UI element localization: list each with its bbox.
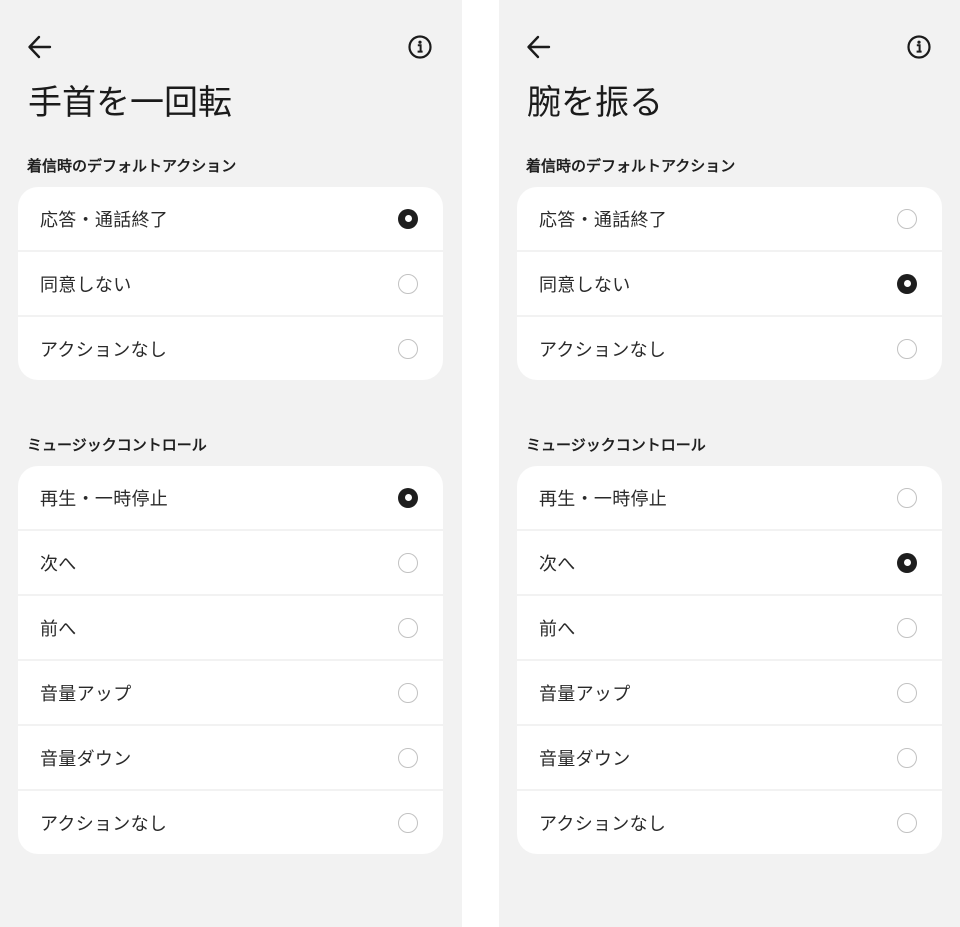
option-volume-up[interactable]: 音量アップ — [18, 661, 443, 724]
radio-button[interactable] — [398, 208, 418, 229]
radio-button[interactable] — [897, 682, 917, 703]
option-no-action[interactable]: アクションなし — [18, 791, 443, 854]
call-action-options: 応答・通話終了 同意しない アクションなし — [18, 187, 443, 380]
radio-button[interactable] — [398, 747, 418, 768]
option-label: アクションなし — [40, 339, 168, 361]
option-no-action[interactable]: アクションなし — [517, 317, 942, 380]
radio-button[interactable] — [398, 682, 418, 703]
info-button[interactable] — [903, 31, 935, 63]
option-label: 同意しない — [40, 274, 132, 296]
option-label: 音量アップ — [539, 683, 631, 705]
call-action-options: 応答・通話終了 同意しない アクションなし — [517, 187, 942, 380]
section-header-music-control: ミュージックコントロール — [27, 436, 207, 454]
option-play-pause[interactable]: 再生・一時停止 — [18, 466, 443, 529]
back-button[interactable] — [523, 31, 555, 63]
option-label: アクションなし — [539, 813, 667, 835]
option-next[interactable]: 次へ — [18, 531, 443, 594]
radio-button[interactable] — [897, 747, 917, 768]
option-label: 次へ — [539, 553, 576, 575]
option-no-action[interactable]: アクションなし — [517, 791, 942, 854]
option-no-action[interactable]: アクションなし — [18, 317, 443, 380]
radio-button[interactable] — [398, 487, 418, 508]
option-decline[interactable]: 同意しない — [517, 252, 942, 315]
screen-arm-shake: 腕を振る 着信時のデフォルトアクション 応答・通話終了 同意しない アクションな… — [499, 0, 960, 927]
page-title: 腕を振る — [527, 83, 663, 123]
info-button[interactable] — [404, 31, 436, 63]
radio-button[interactable] — [897, 208, 917, 229]
section-header-call-action: 着信時のデフォルトアクション — [526, 157, 736, 175]
info-icon — [408, 35, 432, 59]
option-decline[interactable]: 同意しない — [18, 252, 443, 315]
option-answer-end-call[interactable]: 応答・通話終了 — [18, 187, 443, 250]
radio-button[interactable] — [897, 338, 917, 359]
radio-button[interactable] — [897, 552, 917, 573]
option-previous[interactable]: 前へ — [18, 596, 443, 659]
option-label: アクションなし — [539, 339, 667, 361]
option-previous[interactable]: 前へ — [517, 596, 942, 659]
option-label: 音量ダウン — [40, 748, 132, 770]
option-answer-end-call[interactable]: 応答・通話終了 — [517, 187, 942, 250]
section-header-call-action: 着信時のデフォルトアクション — [27, 157, 237, 175]
option-label: 同意しない — [539, 274, 631, 296]
option-label: 再生・一時停止 — [40, 488, 169, 510]
option-volume-down[interactable]: 音量ダウン — [517, 726, 942, 789]
option-label: 前へ — [539, 618, 576, 640]
option-label: 音量ダウン — [539, 748, 631, 770]
music-control-options: 再生・一時停止 次へ 前へ 音量アップ 音量ダウン アクションなし — [18, 466, 443, 854]
option-next[interactable]: 次へ — [517, 531, 942, 594]
radio-button[interactable] — [897, 812, 917, 833]
radio-button[interactable] — [398, 273, 418, 294]
radio-button[interactable] — [398, 338, 418, 359]
arrow-back-icon — [28, 35, 52, 59]
back-button[interactable] — [24, 31, 56, 63]
radio-button[interactable] — [897, 273, 917, 294]
page-title: 手首を一回転 — [28, 83, 232, 123]
option-label: 応答・通話終了 — [539, 209, 668, 231]
option-label: アクションなし — [40, 813, 168, 835]
radio-button[interactable] — [897, 617, 917, 638]
info-icon — [907, 35, 931, 59]
music-control-options: 再生・一時停止 次へ 前へ 音量アップ 音量ダウン アクションなし — [517, 466, 942, 854]
arrow-back-icon — [527, 35, 551, 59]
option-volume-up[interactable]: 音量アップ — [517, 661, 942, 724]
option-label: 次へ — [40, 553, 77, 575]
screen-wrist-rotate: 手首を一回転 着信時のデフォルトアクション 応答・通話終了 同意しない アクショ… — [0, 0, 462, 927]
option-label: 応答・通話終了 — [40, 209, 169, 231]
radio-button[interactable] — [398, 552, 418, 573]
radio-button[interactable] — [398, 617, 418, 638]
option-volume-down[interactable]: 音量ダウン — [18, 726, 443, 789]
option-label: 音量アップ — [40, 683, 132, 705]
radio-button[interactable] — [398, 812, 418, 833]
radio-button[interactable] — [897, 487, 917, 508]
option-label: 前へ — [40, 618, 77, 640]
option-play-pause[interactable]: 再生・一時停止 — [517, 466, 942, 529]
section-header-music-control: ミュージックコントロール — [526, 436, 706, 454]
option-label: 再生・一時停止 — [539, 488, 668, 510]
